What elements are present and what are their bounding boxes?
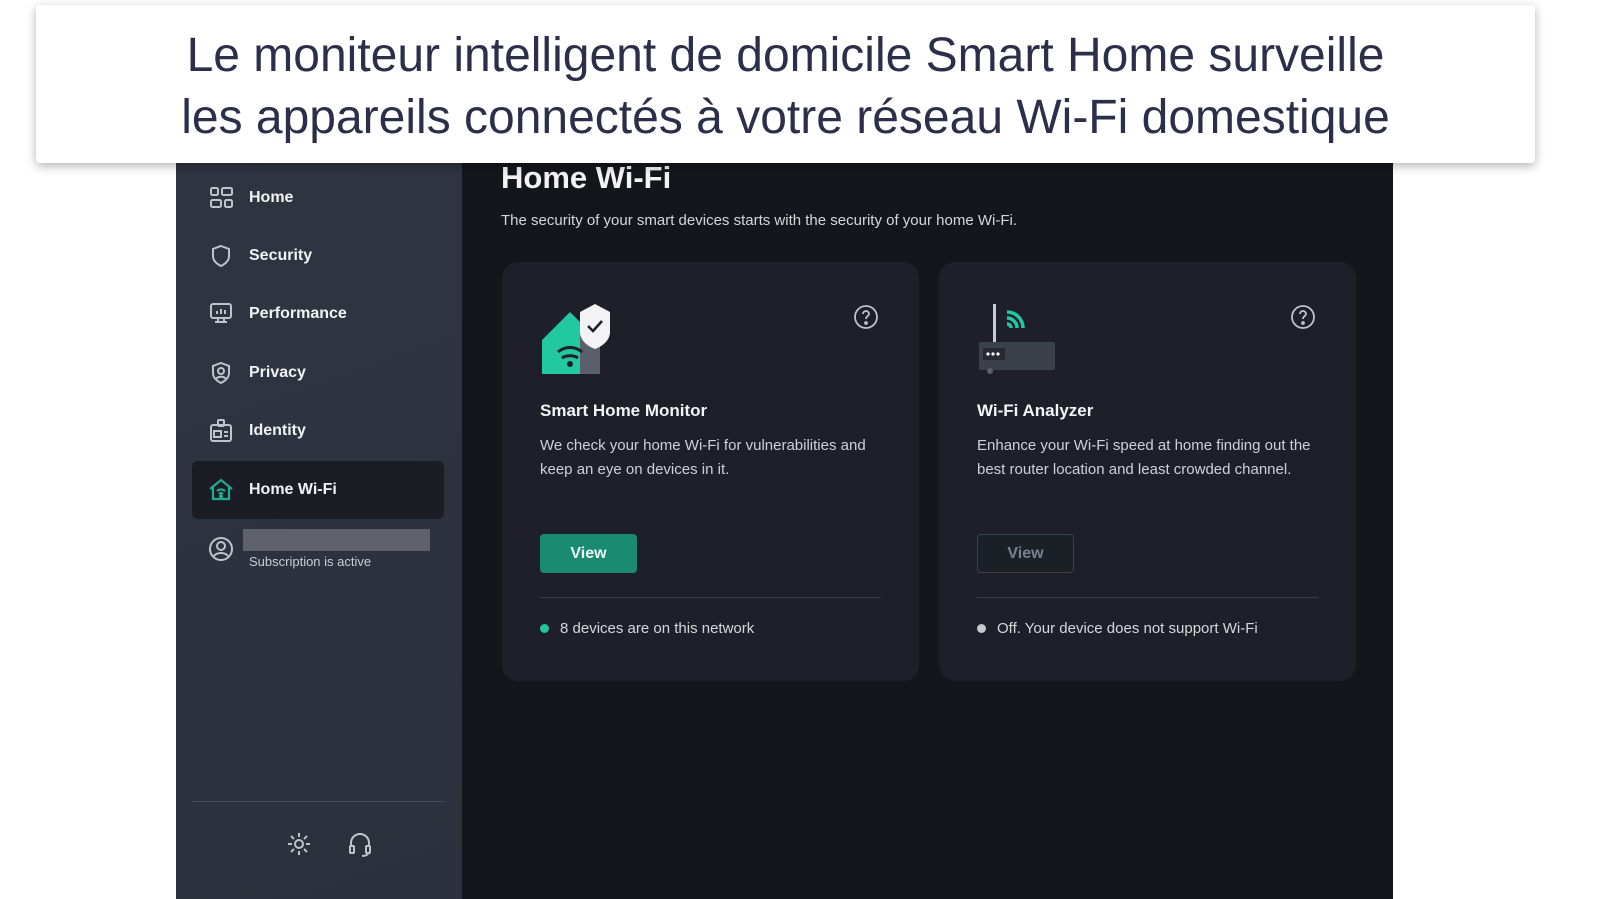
router-icon <box>979 304 1055 374</box>
card-title: Wi-Fi Analyzer <box>977 401 1094 420</box>
card-title: Smart Home Monitor <box>540 401 708 420</box>
card-divider <box>540 597 881 598</box>
status-dot-icon <box>540 624 549 633</box>
sidebar-item-home-wifi[interactable]: Home Wi-Fi <box>192 461 444 519</box>
card-status: Off. Your device does not support Wi-Fi <box>977 620 1258 637</box>
help-icon[interactable] <box>1290 304 1316 330</box>
sidebar-item-label: Identity <box>249 422 306 439</box>
redacted-account-name <box>243 529 430 551</box>
sidebar-item-label: Home <box>249 189 294 206</box>
smart-home-shield-icon <box>542 304 610 374</box>
page-subtitle: The security of your smart devices start… <box>501 212 1017 229</box>
status-text: 8 devices are on this network <box>560 620 755 637</box>
user-icon <box>209 537 233 561</box>
card-status: 8 devices are on this network <box>540 620 754 637</box>
wifi-analyzer-card: Wi-Fi Analyzer Enhance your Wi-Fi speed … <box>939 262 1356 681</box>
sidebar: Home Security Performance Privacy Identi… <box>176 140 462 899</box>
monitor-icon <box>210 303 232 323</box>
page-title: Home Wi-Fi <box>501 160 672 195</box>
id-badge-icon <box>210 419 232 442</box>
sidebar-item-privacy[interactable]: Privacy <box>192 344 444 402</box>
help-icon[interactable] <box>853 304 879 330</box>
card-divider <box>977 597 1318 598</box>
smart-home-monitor-card: Smart Home Monitor We check your home Wi… <box>502 262 919 681</box>
subscription-status: Subscription is active <box>249 554 372 569</box>
grid-icon <box>210 187 233 208</box>
sidebar-item-security[interactable]: Security <box>192 227 444 285</box>
privacy-shield-icon <box>212 361 230 385</box>
sidebar-item-label: Home Wi-Fi <box>249 481 337 498</box>
sidebar-item-label: Performance <box>249 305 347 322</box>
card-description: Enhance your Wi-Fi speed at home finding… <box>977 437 1311 478</box>
view-button[interactable]: View <box>540 534 637 573</box>
caption-banner: Le moniteur intelligent de domicile Smar… <box>36 5 1535 163</box>
sidebar-item-label: Security <box>249 247 313 264</box>
sidebar-item-home[interactable]: Home <box>192 169 444 227</box>
shield-icon <box>212 244 230 268</box>
app-window: Home Security Performance Privacy Identi… <box>176 140 1393 899</box>
status-text: Off. Your device does not support Wi-Fi <box>997 620 1258 637</box>
headset-icon[interactable] <box>346 830 374 858</box>
home-wifi-icon <box>209 478 233 501</box>
account-subscription[interactable]: Subscription is active <box>192 525 444 575</box>
sidebar-item-identity[interactable]: Identity <box>192 402 444 460</box>
card-description: We check your home Wi-Fi for vulnerabili… <box>540 437 866 478</box>
caption-line-1: Le moniteur intelligent de domicile Smar… <box>186 29 1385 82</box>
sidebar-divider <box>192 801 444 802</box>
caption-line-2: les appareils connectés à votre réseau W… <box>181 91 1390 144</box>
sidebar-item-performance[interactable]: Performance <box>192 285 444 343</box>
sidebar-item-label: Privacy <box>249 364 306 381</box>
status-dot-icon <box>977 624 986 633</box>
gear-icon[interactable] <box>285 830 313 858</box>
view-button[interactable]: View <box>977 534 1074 573</box>
